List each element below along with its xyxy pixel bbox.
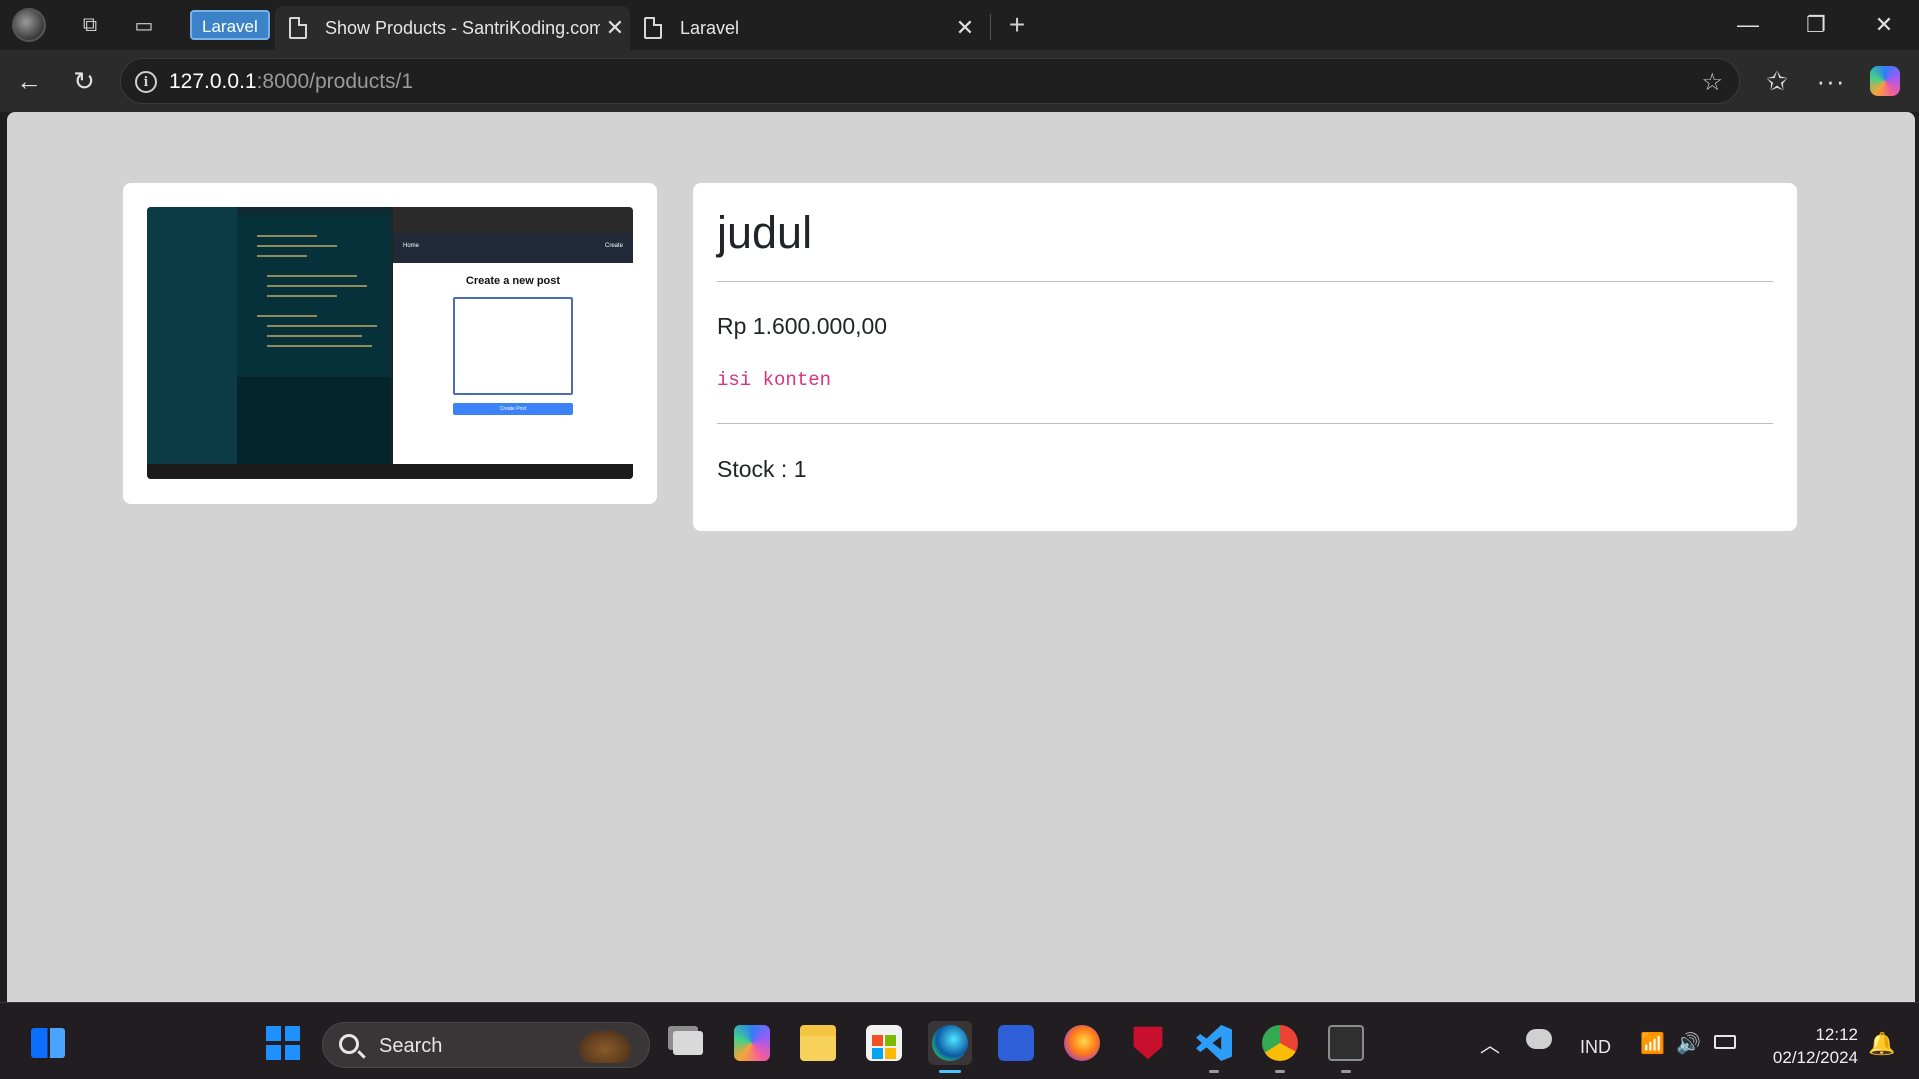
chrome-icon[interactable] — [1258, 1021, 1302, 1073]
new-tab-icon[interactable]: + — [1002, 9, 1032, 40]
product-image: Home Create Create a new post Create Pos… — [147, 207, 633, 479]
tab-title: Laravel — [680, 17, 740, 38]
restore-icon[interactable]: ❐ — [1791, 8, 1841, 42]
task-view-icon[interactable] — [666, 1021, 710, 1065]
notification-bell-icon[interactable]: 🔔 — [1868, 1031, 1895, 1057]
chevron-up-icon[interactable]: ︿ — [1480, 1029, 1500, 1058]
address-bar[interactable]: i 127.0.0.1:8000/products/1 ☆ — [120, 58, 1740, 104]
copilot-app-icon[interactable] — [730, 1021, 774, 1065]
taskbar-search[interactable]: Search — [322, 1022, 650, 1068]
reload-icon[interactable]: ↻ — [67, 64, 101, 98]
divider — [717, 281, 1773, 282]
firefox-icon[interactable] — [1060, 1021, 1104, 1065]
product-stock: Stock : 1 — [717, 456, 807, 482]
vscode-icon[interactable] — [1192, 1021, 1236, 1073]
copilot-icon[interactable] — [1868, 64, 1902, 98]
page-viewport: Home Create Create a new post Create Pos… — [7, 112, 1915, 1002]
search-highlight-image — [577, 1029, 633, 1063]
tab-group-label[interactable]: Laravel — [190, 10, 270, 40]
search-label: Search — [379, 1035, 443, 1057]
minimize-icon[interactable]: — — [1723, 8, 1773, 42]
product-title: judul — [717, 207, 813, 258]
favorites-icon[interactable]: ✩ — [1760, 64, 1794, 98]
close-tab-icon[interactable]: ✕ — [950, 15, 980, 41]
clock[interactable]: 12:12 02/12/2024 — [1756, 1023, 1858, 1069]
clock-date: 02/12/2024 — [1772, 1048, 1858, 1067]
wifi-icon[interactable]: 📶 — [1640, 1031, 1665, 1056]
site-info-icon[interactable]: i — [135, 71, 157, 93]
tab-divider — [990, 14, 991, 40]
file-explorer-icon[interactable] — [796, 1021, 840, 1065]
document-icon — [644, 17, 662, 39]
widgets-icon[interactable] — [26, 1021, 70, 1065]
input-language[interactable]: IND — [1580, 1037, 1611, 1058]
document-icon — [289, 17, 307, 39]
browser-tab-strip: ⧉ ▭ Laravel Show Products - SantriKoding… — [0, 0, 1919, 50]
onedrive-icon[interactable] — [1526, 1029, 1552, 1049]
product-price: Rp 1.600.000,00 — [717, 313, 888, 339]
edge-icon[interactable] — [928, 1021, 972, 1073]
thumb-heading: Create a new post — [465, 275, 561, 287]
thumb-button: Create Post — [453, 403, 573, 415]
profile-avatar[interactable] — [12, 8, 46, 42]
terminal-icon[interactable] — [1324, 1021, 1368, 1073]
search-icon — [339, 1034, 359, 1054]
star-icon[interactable]: ☆ — [1701, 68, 1723, 97]
tab-title: Show Products - SantriKoding.com — [325, 17, 600, 38]
windows-taskbar: Search ︿ IND 📶 🔊 12:12 02/12/2024 🔔 — [0, 1002, 1919, 1079]
close-tab-icon[interactable]: ✕ — [600, 15, 630, 41]
clock-time: 12:12 — [1815, 1025, 1858, 1044]
thumb-nav-home: Home — [403, 243, 420, 249]
url-text[interactable]: 127.0.0.1:8000/products/1 — [169, 70, 413, 94]
tab-actions-icon[interactable]: ▭ — [129, 10, 159, 40]
close-window-icon[interactable]: ✕ — [1859, 8, 1909, 42]
start-icon[interactable] — [261, 1021, 305, 1065]
product-detail-card: judul Rp 1.600.000,00 isi konten Stock :… — [693, 183, 1797, 531]
battery-icon[interactable] — [1714, 1035, 1736, 1049]
more-icon[interactable]: ··· — [1814, 64, 1848, 98]
tab-laravel[interactable]: Laravel ✕ — [640, 6, 980, 50]
product-content: isi konten — [717, 369, 832, 391]
thumb-nav-create: Create — [604, 243, 623, 249]
back-arrow-icon[interactable]: ← — [12, 64, 46, 98]
product-image-card: Home Create Create a new post Create Pos… — [123, 183, 657, 504]
visual-studio-icon[interactable] — [994, 1021, 1038, 1065]
divider — [717, 423, 1773, 424]
workspaces-icon[interactable]: ⧉ — [75, 10, 105, 40]
volume-icon[interactable]: 🔊 — [1676, 1031, 1701, 1056]
tab-show-products[interactable]: Show Products - SantriKoding.com ✕ — [275, 6, 630, 50]
microsoft-store-icon[interactable] — [862, 1021, 906, 1065]
mcafee-icon[interactable] — [1126, 1021, 1170, 1065]
